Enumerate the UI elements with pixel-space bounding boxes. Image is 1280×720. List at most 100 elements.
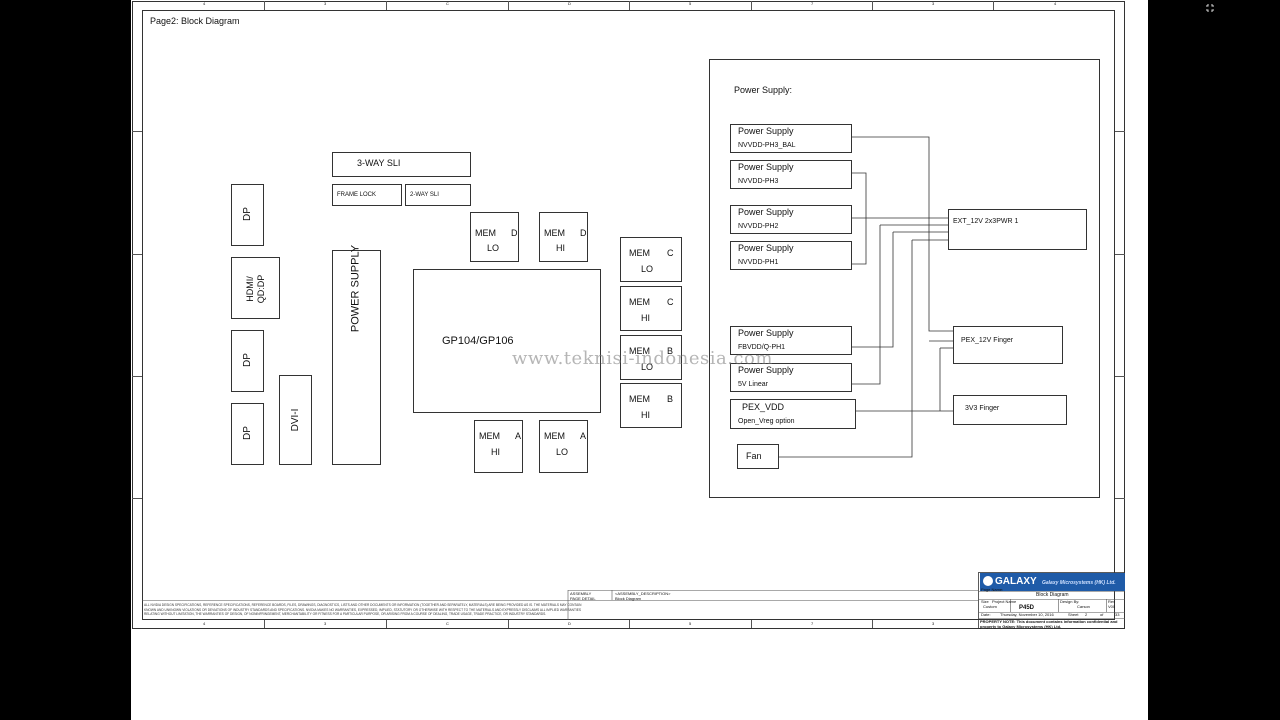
mem-a-lo-position: LO: [556, 447, 569, 457]
frame-col-label: C: [446, 1, 449, 6]
supply-rail: NVVDD-PH1: [738, 259, 779, 266]
mem-a-hi-name: MEM: [479, 431, 500, 441]
frame-col-label: 3: [932, 621, 935, 626]
dp-connector-3: DP: [231, 403, 264, 465]
v3v3-finger: 3V3 Finger: [953, 395, 1067, 425]
mem-d-hi-channel: D: [580, 228, 587, 238]
dp-connector-1: DP: [231, 184, 264, 246]
dp-connector-1-label: DP: [242, 207, 253, 221]
supply-label: Power Supply: [738, 162, 794, 172]
pex-vdd-sub: Open_Vreg option: [738, 418, 795, 425]
mem-b-hi-channel: B: [667, 394, 674, 404]
mem-a-hi-channel: A: [515, 431, 522, 441]
frame-lock: FRAME LOCK: [332, 184, 402, 206]
frame-col-label: 7: [811, 621, 814, 626]
supply-rail: 5V Linear: [738, 381, 768, 388]
hdmi-connector: HDMI/ QD:DP: [231, 257, 280, 319]
v3v3-label: 3V3 Finger: [965, 405, 1000, 412]
page-detail-label: PAGE DETAIL: [570, 596, 596, 601]
mem-d-hi: MEM D HI: [539, 212, 588, 262]
supply-label: Power Supply: [738, 243, 794, 253]
three-way-sli-label: 3-WAY SLI: [357, 158, 401, 168]
mem-c-lo-channel: C: [667, 248, 674, 258]
supply-label: Power Supply: [738, 328, 794, 338]
mem-a-hi-position: HI: [491, 447, 500, 457]
frame-lock-label: FRAME LOCK: [337, 192, 377, 198]
mem-a-lo: MEM A LO: [539, 420, 588, 473]
two-way-sli-label: 2-WAY SLI: [410, 192, 439, 198]
supply-rail: NVVDD-PH3_BAL: [738, 142, 796, 149]
pex-12v-finger: PEX_12V Finger: [953, 326, 1063, 364]
company-name: Galaxy Microsystems (HK) Ltd.: [1042, 580, 1116, 586]
supply-nvvdd-ph3-bal: Power Supply NVVDD-PH3_BAL: [730, 124, 852, 153]
galaxy-logo-icon: [983, 576, 993, 586]
frame-col-label: 4: [203, 1, 206, 6]
power-supply-block-label: POWER SUPPLY: [349, 244, 362, 333]
frame-col-label: C: [446, 621, 449, 626]
galaxy-brand: GALAXY: [995, 576, 1037, 587]
of-label: of: [1100, 612, 1104, 617]
mem-c-lo-position: LO: [641, 264, 654, 274]
watermark: www.teknisi-indonesia.com: [512, 348, 773, 369]
mem-c-hi-position: HI: [641, 313, 650, 323]
mem-c-hi: MEM C HI: [620, 286, 682, 331]
power-supply-block: POWER SUPPLY: [332, 245, 381, 465]
project-label: Project Name: [992, 599, 1017, 604]
dp-connector-3-label: DP: [242, 426, 253, 440]
supply-label: Power Supply: [738, 126, 794, 136]
mem-d-lo-position: LO: [487, 243, 500, 253]
power-panel-title: Power Supply:: [734, 85, 793, 95]
frame-col-label: 7: [811, 1, 814, 6]
mem-a-lo-name: MEM: [544, 431, 565, 441]
frame-col-label: 5: [689, 1, 692, 6]
project-name: P45D: [1019, 605, 1035, 611]
legal-disclaimer: ALL NVIDIA DESIGN SPECIFICATIONS, REFERE…: [144, 603, 582, 616]
designer-name: Carson: [1077, 604, 1090, 609]
mem-c-hi-channel: C: [667, 297, 674, 307]
mem-d-lo: MEM D LO: [470, 212, 519, 262]
fan-block: Fan: [737, 444, 779, 469]
ext-12v-connector: EXT_12V 2x3PWR 1: [948, 209, 1087, 250]
supply-nvvdd-ph3: Power Supply NVVDD-PH3: [730, 160, 852, 189]
frame-col-label: 3: [324, 1, 327, 6]
mem-a-lo-channel: A: [580, 431, 587, 441]
gpu-block: GP104/GP106: [413, 269, 601, 413]
ext-12v-label: EXT_12V 2x3PWR 1: [953, 218, 1019, 225]
rev-value: V00: [1108, 604, 1116, 609]
mem-c-lo-name: MEM: [629, 248, 650, 258]
dp-connector-2: DP: [231, 330, 264, 392]
date-label: Date:: [981, 612, 991, 617]
two-way-sli: 2-WAY SLI: [405, 184, 471, 206]
dp-connector-2-label: DP: [242, 353, 253, 367]
sheet-number: 2: [1085, 612, 1088, 617]
pex-vdd-block: PEX_VDD Open_Vreg option: [730, 399, 856, 429]
pex-12v-label: PEX_12V Finger: [961, 337, 1014, 344]
pex-vdd-label: PEX_VDD: [742, 402, 785, 412]
supply-nvvdd-ph1: Power Supply NVVDD-PH1: [730, 241, 852, 270]
frame-col-label: D: [568, 621, 571, 626]
frame-col-label: 4: [1054, 1, 1057, 6]
size-value: Custom: [983, 604, 997, 609]
mem-c-hi-name: MEM: [629, 297, 650, 307]
gpu-label: GP104/GP106: [442, 335, 514, 347]
frame-col-label: D: [568, 1, 571, 6]
mem-b-hi-position: HI: [641, 410, 650, 420]
mem-a-hi: MEM A HI: [474, 420, 523, 473]
mem-d-lo-name: MEM: [475, 228, 496, 238]
frame-col-label: 5: [689, 621, 692, 626]
exit-fullscreen-icon[interactable]: [1205, 3, 1215, 16]
frame-col-label: 3: [932, 1, 935, 6]
page-title: Page2: Block Diagram: [150, 16, 240, 26]
mem-d-lo-channel: D: [511, 228, 518, 238]
supply-rail: NVVDD-PH2: [738, 223, 779, 230]
mem-b-hi-name: MEM: [629, 394, 650, 404]
hdmi-connector-label: HDMI/ QD:DP: [245, 274, 266, 304]
three-way-sli: 3-WAY SLI: [332, 152, 471, 177]
property-note: PROPERTY NOTE: This document contains in…: [980, 619, 1118, 629]
mem-d-hi-position: HI: [556, 243, 565, 253]
page-name-label: Page Name:: [981, 587, 1004, 592]
frame-col-label: 3: [324, 621, 327, 626]
supply-nvvdd-ph2: Power Supply NVVDD-PH2: [730, 205, 852, 234]
dvi-connector-label: DVI-I: [290, 408, 301, 432]
sheet-label: Sheet: [1068, 612, 1079, 617]
